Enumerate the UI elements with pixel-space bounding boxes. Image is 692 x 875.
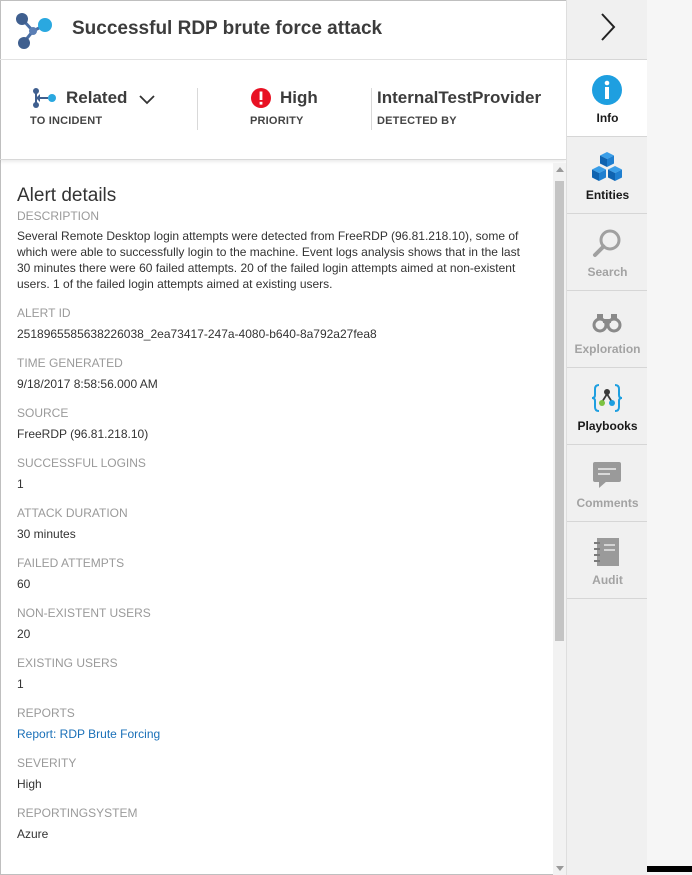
rail-label: Exploration xyxy=(574,342,641,356)
field-reports: REPORTS Report: RDP Brute Forcing xyxy=(17,706,534,742)
field-value: 60 xyxy=(17,577,31,591)
scroll-thumb[interactable] xyxy=(555,181,564,641)
priority-summary: High PRIORITY xyxy=(250,84,318,127)
rail-label: Comments xyxy=(576,496,639,510)
incident-value: Related xyxy=(66,88,128,107)
field-label: TIME GENERATED xyxy=(17,356,123,370)
related-incident-icon xyxy=(30,86,58,110)
binoculars-icon xyxy=(591,305,623,337)
field-value: 30 minutes xyxy=(17,527,76,541)
field-existing-users: EXISTING USERS 1 xyxy=(17,656,534,692)
field-reporting-system: REPORTINGSYSTEM Azure xyxy=(17,806,534,842)
field-label: REPORTS xyxy=(17,706,75,720)
exclamation-icon xyxy=(250,87,272,109)
comment-icon xyxy=(591,459,623,491)
rail-label: Info xyxy=(596,111,619,125)
collapse-button[interactable] xyxy=(567,0,648,60)
detected-summary: InternalTestProvider DETECTED BY xyxy=(377,84,541,127)
notebook-icon xyxy=(591,536,623,568)
field-label: FAILED ATTEMPTS xyxy=(17,556,125,570)
rail-label: Audit xyxy=(592,573,623,587)
window-edge-bar xyxy=(647,866,692,872)
field-label: REPORTINGSYSTEM xyxy=(17,806,138,820)
priority-value: High xyxy=(280,88,318,107)
field-label: ATTACK DURATION xyxy=(17,506,128,520)
summary-divider xyxy=(371,88,372,130)
field-successful-logins: SUCCESSFUL LOGINS 1 xyxy=(17,456,534,492)
alert-header: Successful RDP brute force attack xyxy=(0,0,566,60)
rail-tab-search[interactable]: Search xyxy=(567,214,648,291)
field-time-generated: TIME GENERATED 9/18/2017 8:58:56.000 AM xyxy=(17,356,534,392)
search-icon xyxy=(591,228,623,260)
rail-tab-exploration[interactable]: Exploration xyxy=(567,291,648,368)
chevron-down-icon[interactable] xyxy=(139,92,156,105)
summary-divider xyxy=(197,88,198,130)
field-label: SUCCESSFUL LOGINS xyxy=(17,456,146,470)
field-label: SEVERITY xyxy=(17,756,77,770)
incident-summary[interactable]: Related TO INCIDENT xyxy=(30,84,156,127)
alert-graph-icon xyxy=(12,10,54,52)
field-label: SOURCE xyxy=(17,406,69,420)
alert-title: Successful RDP brute force attack xyxy=(72,18,383,39)
field-label: NON-EXISTENT USERS xyxy=(17,606,151,620)
details-title: Alert details xyxy=(17,185,117,206)
playbook-icon xyxy=(591,382,623,414)
field-source: SOURCE FreeRDP (96.81.218.10) xyxy=(17,406,534,442)
field-value: High xyxy=(17,777,42,791)
scroll-down-arrow[interactable] xyxy=(556,866,564,871)
alert-details: Alert details DESCRIPTION Several Remote… xyxy=(17,185,534,842)
description-text: Several Remote Desktop login attempts we… xyxy=(17,229,520,291)
window-edge xyxy=(647,0,692,875)
rail-tab-playbooks[interactable]: Playbooks xyxy=(567,368,648,445)
field-value: 1 xyxy=(17,677,24,691)
rail-tab-audit[interactable]: Audit xyxy=(567,522,648,599)
field-value: Azure xyxy=(17,827,49,841)
field-label: ALERT ID xyxy=(17,306,71,320)
info-icon xyxy=(591,74,623,106)
field-alert-id: ALERT ID 2518965585638226038_2ea73417-24… xyxy=(17,306,534,342)
report-link[interactable]: Report: RDP Brute Forcing xyxy=(17,726,534,742)
alert-details-pane: Alert details DESCRIPTION Several Remote… xyxy=(0,161,566,875)
field-attack-duration: ATTACK DURATION 30 minutes xyxy=(17,506,534,542)
rail-label: Playbooks xyxy=(577,419,638,433)
cubes-icon xyxy=(591,151,623,183)
field-severity: SEVERITY High xyxy=(17,756,534,792)
scroll-up-arrow[interactable] xyxy=(556,167,564,172)
priority-label: PRIORITY xyxy=(250,115,304,127)
description-label: DESCRIPTION xyxy=(17,209,100,223)
field-value: 1 xyxy=(17,477,24,491)
field-value: FreeRDP (96.81.218.10) xyxy=(17,427,149,441)
rail-tab-entities[interactable]: Entities xyxy=(567,137,648,214)
rail-tab-comments[interactable]: Comments xyxy=(567,445,648,522)
chevron-right-icon xyxy=(598,12,618,47)
alert-summary: Related TO INCIDENT High PRIORITY Intern… xyxy=(0,60,566,160)
rail-label: Search xyxy=(587,265,628,279)
side-rail: Info Entities Search Exploration Playboo… xyxy=(566,0,648,875)
details-scrollbar[interactable] xyxy=(553,163,566,875)
field-value: 9/18/2017 8:58:56.000 AM xyxy=(17,377,158,391)
detected-value: InternalTestProvider xyxy=(377,88,542,107)
field-value: 2518965585638226038_2ea73417-247a-4080-b… xyxy=(17,327,377,341)
field-failed-attempts: FAILED ATTEMPTS 60 xyxy=(17,556,534,592)
field-label: EXISTING USERS xyxy=(17,656,118,670)
incident-label: TO INCIDENT xyxy=(30,115,103,127)
detected-label: DETECTED BY xyxy=(377,115,457,127)
rail-tab-info[interactable]: Info xyxy=(567,60,648,137)
field-non-existent-users: NON-EXISTENT USERS 20 xyxy=(17,606,534,642)
field-value: 20 xyxy=(17,627,31,641)
rail-label: Entities xyxy=(585,188,630,202)
